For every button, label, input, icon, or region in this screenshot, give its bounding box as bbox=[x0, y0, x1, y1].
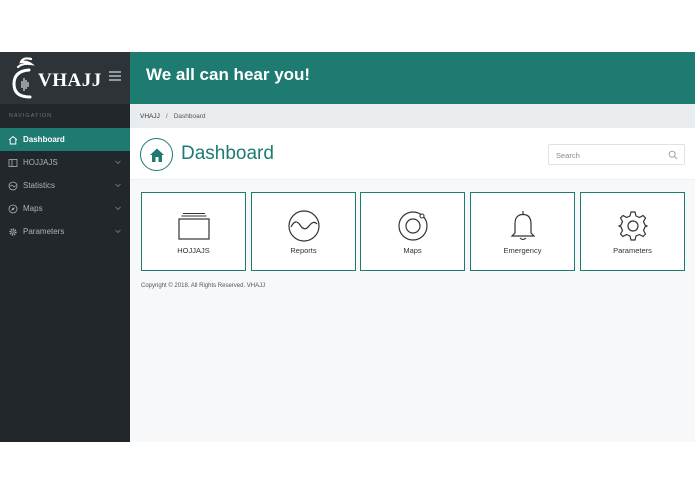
sidebar: VHAJJ NAVIGATION Dashboard HOJJAJS Stati… bbox=[0, 52, 130, 442]
footer-copyright: Copyright © 2018. All Rights Reserved. V… bbox=[141, 283, 266, 289]
search-box bbox=[548, 144, 685, 165]
breadcrumb-separator: / bbox=[165, 112, 168, 120]
chevron-down-icon bbox=[115, 206, 121, 211]
sidebar-item-label: Dashboard bbox=[23, 135, 65, 144]
sidebar-item-label: Statistics bbox=[23, 181, 56, 190]
tile-hojjajs[interactable]: HOJJAJS bbox=[141, 192, 246, 271]
tile-reports[interactable]: Reports bbox=[251, 192, 356, 271]
bell-icon bbox=[510, 211, 535, 241]
gear-icon bbox=[8, 227, 18, 237]
page-header: Dashboard bbox=[130, 128, 695, 180]
topbar: We all can hear you! bbox=[130, 52, 695, 104]
brand[interactable]: VHAJJ bbox=[0, 52, 130, 104]
tile-emergency[interactable]: Emergency bbox=[470, 192, 575, 271]
tile-label: Reports bbox=[290, 246, 317, 255]
chevron-down-icon bbox=[115, 160, 121, 165]
sidebar-item-hojjajs[interactable]: HOJJAJS bbox=[0, 151, 130, 174]
brand-name: VHAJJ bbox=[38, 70, 102, 91]
sidebar-item-label: Maps bbox=[23, 204, 43, 213]
header-slogan: We all can hear you! bbox=[146, 65, 311, 84]
tile-maps[interactable]: Maps bbox=[360, 192, 465, 271]
tile-parameters[interactable]: Parameters bbox=[580, 192, 685, 271]
breadcrumb-current: Dashboard bbox=[173, 112, 206, 120]
logo-icon bbox=[12, 57, 35, 99]
sidebar-item-maps[interactable]: Maps bbox=[0, 197, 130, 220]
pulse-icon bbox=[8, 181, 18, 191]
gear-icon bbox=[617, 211, 648, 241]
menu-toggle-icon[interactable] bbox=[109, 71, 121, 83]
tile-label: HOJJAJS bbox=[177, 246, 210, 255]
dashboard-tiles: HOJJAJS Reports Maps Emergency Parameter… bbox=[141, 192, 685, 272]
layout-icon bbox=[8, 158, 18, 168]
sidebar-item-dashboard[interactable]: Dashboard bbox=[0, 128, 130, 151]
nav-title: NAVIGATION bbox=[9, 113, 53, 119]
sidebar-item-parameters[interactable]: Parameters bbox=[0, 220, 130, 243]
search-input[interactable] bbox=[549, 146, 659, 165]
search-icon[interactable] bbox=[668, 150, 678, 160]
tile-label: Emergency bbox=[503, 246, 542, 255]
main-content: Dashboard HOJJAJS bbox=[130, 128, 695, 442]
page-title: Dashboard bbox=[181, 143, 274, 164]
chevron-down-icon bbox=[115, 183, 121, 188]
target-icon bbox=[397, 211, 428, 241]
sidebar-item-label: Parameters bbox=[23, 227, 65, 236]
home-icon bbox=[8, 135, 18, 145]
breadcrumb: VHAJJ / Dashboard bbox=[130, 104, 695, 128]
breadcrumb-root-link[interactable]: VHAJJ bbox=[140, 113, 160, 120]
app-shell: VHAJJ NAVIGATION Dashboard HOJJAJS Stati… bbox=[0, 52, 695, 442]
home-icon bbox=[140, 138, 173, 171]
tile-label: Maps bbox=[403, 246, 422, 255]
sidebar-item-statistics[interactable]: Statistics bbox=[0, 174, 130, 197]
chevron-down-icon bbox=[115, 229, 121, 234]
folder-icon bbox=[177, 213, 210, 240]
wave-icon bbox=[287, 210, 320, 242]
sidebar-item-label: HOJJAJS bbox=[23, 158, 58, 167]
tile-label: Parameters bbox=[613, 246, 652, 255]
compass-icon bbox=[8, 204, 18, 214]
